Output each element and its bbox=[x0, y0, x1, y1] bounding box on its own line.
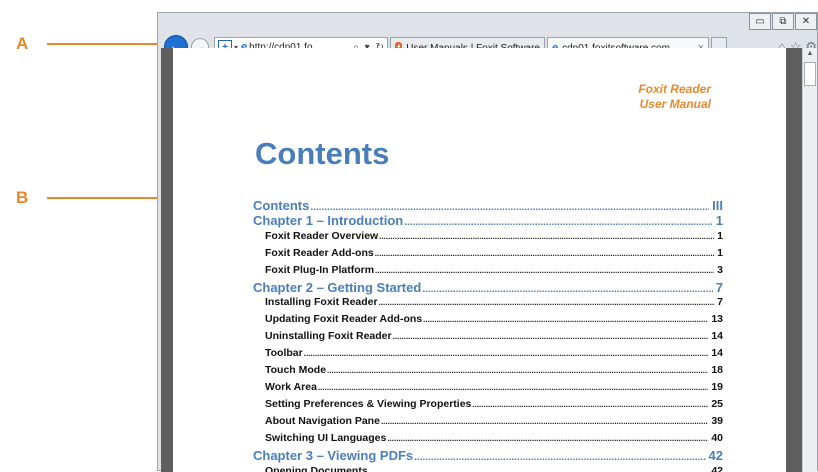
toc-entry-page: 1 bbox=[717, 247, 723, 259]
page-title: Contents bbox=[255, 136, 390, 171]
toc-entry-page: 42 bbox=[708, 448, 723, 463]
toc-entry-label: Touch Mode bbox=[265, 364, 327, 376]
toc-dot-leader bbox=[381, 415, 708, 427]
toc-dot-leader bbox=[387, 432, 708, 444]
window-controls: ▭ ⧉ ✕ bbox=[748, 13, 817, 30]
toc-dot-leader bbox=[379, 296, 715, 308]
toc-entry-page: 3 bbox=[717, 264, 723, 276]
toc-dot-leader bbox=[310, 198, 709, 213]
close-button[interactable]: ✕ bbox=[795, 13, 817, 30]
toc-entry-page: 7 bbox=[717, 296, 723, 308]
toc-entry-label: Foxit Reader Overview bbox=[265, 230, 379, 242]
toc-entry-label: Contents bbox=[253, 198, 310, 213]
toc-dot-leader bbox=[304, 347, 709, 359]
toc-dot-leader bbox=[375, 247, 714, 259]
toc-section-link[interactable]: Foxit Plug-In Platform 3 bbox=[253, 264, 723, 276]
pdf-page: Foxit Reader User Manual Contents Conten… bbox=[173, 48, 786, 472]
toc-entry-label: Chapter 1 – Introduction bbox=[253, 213, 404, 228]
toc-section-link[interactable]: Installing Foxit Reader 7 bbox=[253, 296, 723, 308]
toc-dot-leader bbox=[422, 280, 712, 295]
toc-entry-label: Foxit Plug-In Platform bbox=[265, 264, 375, 276]
toc-section-link[interactable]: Updating Foxit Reader Add-ons 13 bbox=[253, 313, 723, 325]
toc-dot-leader bbox=[379, 230, 714, 242]
scrollbar-thumb[interactable] bbox=[804, 62, 816, 86]
minimize-button[interactable]: ▭ bbox=[749, 13, 771, 30]
toc-entry-label: About Navigation Pane bbox=[265, 415, 380, 427]
toc-dot-leader bbox=[327, 364, 708, 376]
toc-dot-leader bbox=[393, 330, 709, 342]
toc-entry-label: Updating Foxit Reader Add-ons bbox=[265, 313, 423, 325]
toc-dot-leader bbox=[414, 448, 705, 463]
toc-entry-page: 39 bbox=[711, 415, 723, 427]
toc-dot-leader bbox=[472, 398, 708, 410]
toc-entry-label: Installing Foxit Reader bbox=[265, 296, 378, 308]
toc-dot-leader bbox=[375, 264, 714, 276]
toc-section-link[interactable]: Work Area 19 bbox=[253, 381, 723, 393]
toc-entry-page: 1 bbox=[715, 213, 723, 228]
toc-entry-page: 7 bbox=[715, 280, 723, 295]
toc-section-link[interactable]: Setting Preferences & Viewing Properties… bbox=[253, 398, 723, 410]
toc-entry-label: Switching UI Languages bbox=[265, 432, 387, 444]
toc-chapter-link[interactable]: Chapter 2 – Getting Started 7 bbox=[253, 280, 723, 295]
toc-dot-leader bbox=[318, 381, 708, 393]
toc-entry-label: Chapter 3 – Viewing PDFs bbox=[253, 448, 414, 463]
toc-entry-label: Chapter 2 – Getting Started bbox=[253, 280, 422, 295]
toc-section-link[interactable]: Switching UI Languages 40 bbox=[253, 432, 723, 444]
toc-entry-page: 40 bbox=[711, 432, 723, 444]
toc-chapter-link[interactable]: Contents III bbox=[253, 198, 723, 213]
toc-entry-label: Foxit Reader Add-ons bbox=[265, 247, 374, 259]
toc-entry-page: 19 bbox=[711, 381, 723, 393]
toc-section-link[interactable]: Uninstalling Foxit Reader 14 bbox=[253, 330, 723, 342]
toc-section-link[interactable]: About Navigation Pane 39 bbox=[253, 415, 723, 427]
toc-entry-label: Setting Preferences & Viewing Properties bbox=[265, 398, 472, 410]
toc-dot-leader bbox=[404, 213, 713, 228]
pdf-viewport: Foxit Reader User Manual Contents Conten… bbox=[161, 48, 804, 472]
toc-entry-page: 1 bbox=[717, 230, 723, 242]
toc-section-link[interactable]: Foxit Reader Overview 1 bbox=[253, 230, 723, 242]
callout-line-a bbox=[47, 43, 157, 45]
toc-entry-page: 25 bbox=[711, 398, 723, 410]
toc-entry-page: III bbox=[712, 198, 723, 213]
document-header-product: Foxit Reader bbox=[638, 82, 711, 96]
toc-section-link[interactable]: Toolbar 14 bbox=[253, 347, 723, 359]
toc-entry-page: 18 bbox=[711, 364, 723, 376]
toc-section-link[interactable]: Touch Mode 18 bbox=[253, 364, 723, 376]
toc-entry-page: 14 bbox=[711, 347, 723, 359]
toc-entry-label: Uninstalling Foxit Reader bbox=[265, 330, 392, 342]
toc-entry-label: Work Area bbox=[265, 381, 317, 393]
toc-dot-leader bbox=[423, 313, 708, 325]
browser-window: ▭ ⧉ ✕ ← → + ▾ e http://cdn01.fo... ⌕ ▾ ↻… bbox=[157, 12, 818, 472]
toc-chapter-link[interactable]: Chapter 1 – Introduction 1 bbox=[253, 213, 723, 228]
vertical-scrollbar[interactable]: ▲ bbox=[802, 48, 817, 472]
toc-chapter-link[interactable]: Chapter 3 – Viewing PDFs 42 bbox=[253, 448, 723, 463]
callout-label-b: B bbox=[16, 188, 29, 207]
toc-entry-page: 14 bbox=[711, 330, 723, 342]
toc-entry-label: Toolbar bbox=[265, 347, 303, 359]
toc-entry-page: 13 bbox=[711, 313, 723, 325]
restore-button[interactable]: ⧉ bbox=[772, 13, 794, 30]
document-header-manual: User Manual bbox=[639, 97, 711, 111]
scroll-up-icon[interactable]: ▲ bbox=[803, 48, 817, 60]
callout-label-a: A bbox=[16, 34, 29, 53]
toc-section-link[interactable]: Foxit Reader Add-ons 1 bbox=[253, 247, 723, 259]
